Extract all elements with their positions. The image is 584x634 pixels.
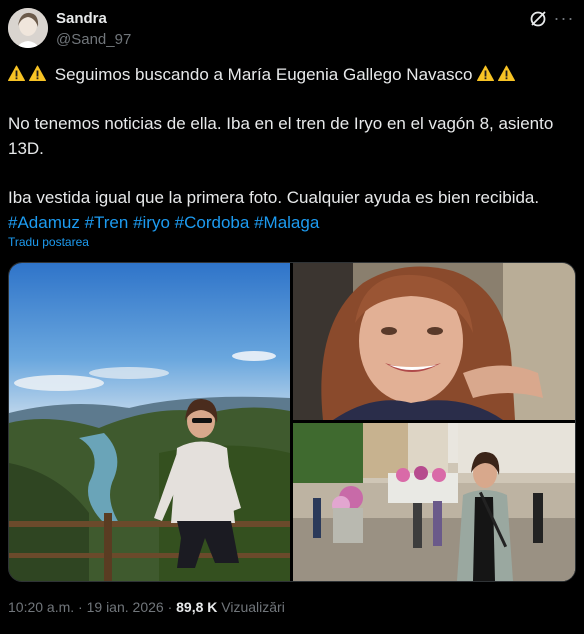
post-time[interactable]: 10:20 a.m. <box>8 599 74 615</box>
hashtag-list: #Adamuz #Tren #iryo #Cordoba #Malaga <box>8 210 568 235</box>
warning-icon <box>8 64 25 81</box>
photo-street[interactable] <box>293 423 575 581</box>
translate-post-link[interactable]: Tradu postarea <box>8 235 89 249</box>
post-line-2: No tenemos noticias de ella. Iba en el t… <box>8 114 554 133</box>
hashtag-link[interactable]: #Adamuz <box>8 213 80 232</box>
hashtag-link[interactable]: #Cordoba <box>175 213 250 232</box>
hashtag-link[interactable]: #Malaga <box>254 213 319 232</box>
warning-icon <box>477 64 495 81</box>
hashtag-link[interactable]: #Tren <box>85 213 129 232</box>
warning-icon <box>498 64 516 81</box>
photo-portrait[interactable] <box>293 263 575 420</box>
warning-icon <box>29 64 46 81</box>
post-date[interactable]: 19 ian. 2026 <box>87 599 164 615</box>
post-line-1-text: Seguimos buscando a María Eugenia Galleg… <box>54 65 473 84</box>
post-line-3: 13D. <box>8 139 44 158</box>
avatar[interactable] <box>8 8 48 48</box>
views-count: 89,8 K <box>176 599 218 615</box>
media-grid <box>8 262 576 582</box>
views-label: Vizualizări <box>221 599 285 615</box>
post-line-4: Iba vestida igual que la primera foto. C… <box>8 188 540 207</box>
meta-separator: · <box>167 599 173 615</box>
meta-separator: · <box>78 599 83 615</box>
author-handle[interactable]: @Sand_97 <box>56 31 131 48</box>
author-name[interactable]: Sandra <box>56 10 107 27</box>
photo-landscape[interactable] <box>9 263 290 581</box>
more-icon[interactable]: ··· <box>552 9 576 30</box>
grok-icon[interactable] <box>528 9 548 29</box>
post-text: Seguimos buscando a María Eugenia Galleg… <box>8 62 568 235</box>
hashtag-link[interactable]: #iryo <box>133 213 170 232</box>
post-line-1: Seguimos buscando a María Eugenia Galleg… <box>8 62 568 87</box>
post-meta: 10:20 a.m. · 19 ian. 2026 · 89,8 K Vizua… <box>8 599 285 615</box>
